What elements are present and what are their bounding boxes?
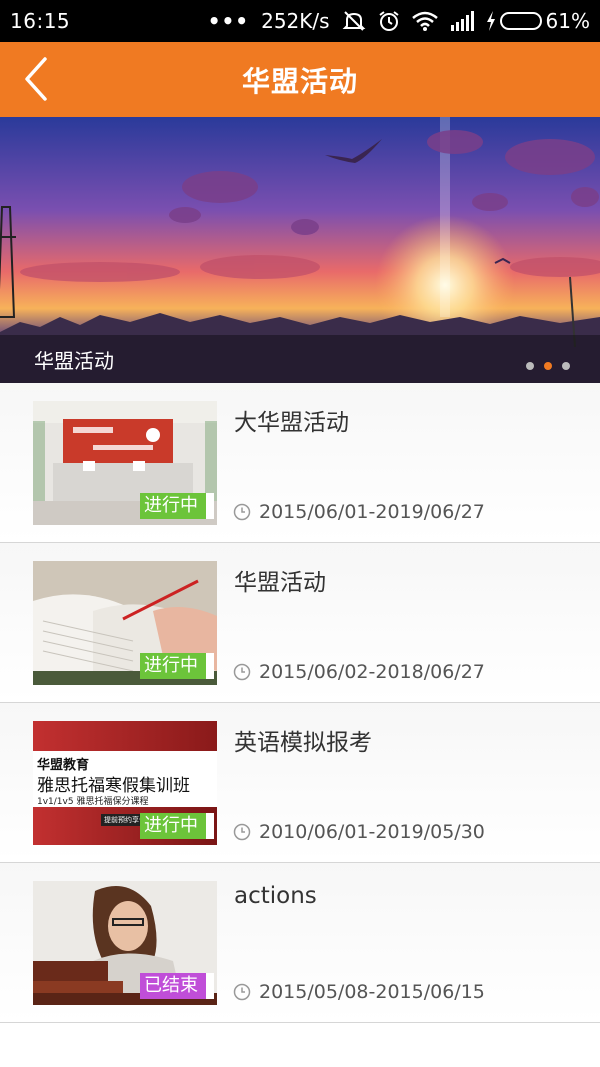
banner-caption: 华盟活动 <box>34 348 114 373</box>
activity-date-text: 2015/06/01-2019/06/27 <box>259 501 485 523</box>
banner-carousel[interactable]: 华盟活动 <box>0 117 600 383</box>
activity-item[interactable]: 进行中 华盟活动 2015/06/02-2018/06/27 <box>0 543 600 703</box>
activity-date: 2015/06/01-2019/06/27 <box>233 501 485 523</box>
status-bar: 16:15 ••• 252K/s 61% <box>0 0 600 42</box>
mute-icon <box>342 9 366 33</box>
carousel-dot-active[interactable] <box>544 362 552 370</box>
activity-date-text: 2015/05/08-2015/06/15 <box>259 981 485 1003</box>
app-header: 华盟活动 <box>0 42 600 117</box>
carousel-dot[interactable] <box>562 362 570 370</box>
activity-date-text: 2010/06/01-2019/05/30 <box>259 821 485 843</box>
thumb-text-line3: 1v1/1v5 雅思托福保分课程 <box>37 797 149 807</box>
activity-item[interactable]: 已结束 actions 2015/05/08-2015/06/15 <box>0 863 600 1023</box>
activity-date: 2015/05/08-2015/06/15 <box>233 981 485 1003</box>
status-badge: 进行中 <box>140 493 214 519</box>
dots-icon: ••• <box>207 9 250 33</box>
status-badge: 进行中 <box>140 653 214 679</box>
clock-icon <box>233 663 251 681</box>
clock-icon <box>233 823 251 841</box>
clock-icon <box>233 503 251 521</box>
wifi-icon <box>411 9 438 33</box>
carousel-indicator <box>526 362 570 370</box>
activity-title: actions <box>234 883 317 909</box>
activity-title: 华盟活动 <box>234 570 326 596</box>
page-title: 华盟活动 <box>241 64 358 98</box>
charging-icon <box>486 9 496 33</box>
battery-indicator: 61% <box>486 9 590 33</box>
battery-icon <box>499 12 542 30</box>
activity-date: 2010/06/01-2019/05/30 <box>233 821 485 843</box>
status-badge: 进行中 <box>140 813 214 839</box>
back-button[interactable] <box>16 54 56 104</box>
chevron-left-icon <box>25 57 47 101</box>
status-time: 16:15 <box>10 9 71 33</box>
carousel-dot[interactable] <box>526 362 534 370</box>
thumb-text-line2: 雅思托福寒假集训班 <box>37 776 190 796</box>
net-speed: 252K/s <box>261 9 330 33</box>
status-badge: 已结束 <box>140 973 214 999</box>
status-icons: ••• 252K/s 61% <box>208 9 590 33</box>
banner-caption-bar: 华盟活动 <box>0 335 600 383</box>
activity-item[interactable]: 进行中 大华盟活动 2015/06/01-2019/06/27 <box>0 383 600 543</box>
activity-date: 2015/06/02-2018/06/27 <box>233 661 485 683</box>
activity-list: 进行中 大华盟活动 2015/06/01-2019/06/27 进行中 华盟活动 <box>0 383 600 1023</box>
alarm-icon <box>378 9 400 33</box>
clock-icon <box>233 983 251 1001</box>
battery-text: 61% <box>545 9 590 33</box>
activity-title: 大华盟活动 <box>234 410 349 436</box>
activity-item[interactable]: 华盟教育 雅思托福寒假集训班 1v1/1v5 雅思托福保分课程 提前预约享优惠 … <box>0 703 600 863</box>
activity-date-text: 2015/06/02-2018/06/27 <box>259 661 485 683</box>
signal-icon <box>450 9 474 33</box>
activity-title: 英语模拟报考 <box>234 730 372 756</box>
